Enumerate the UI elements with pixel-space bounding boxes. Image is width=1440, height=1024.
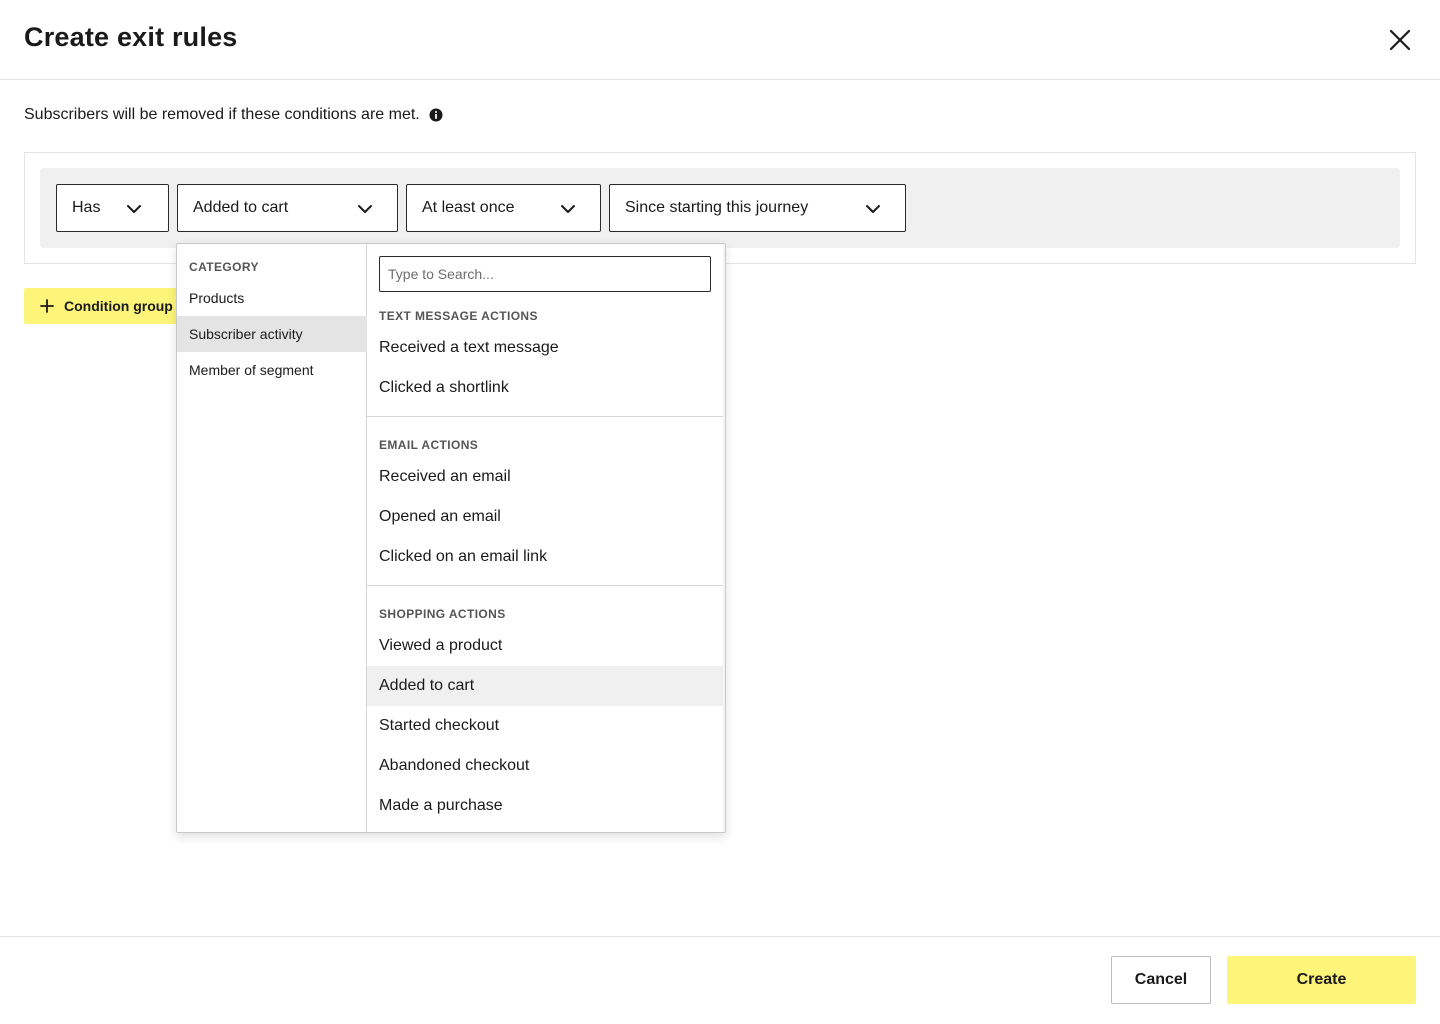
category-item-label: Member of segment	[189, 362, 314, 378]
category-column: CATEGORY Products Subscriber activity Me…	[177, 244, 367, 832]
event-select-value: Added to cart	[193, 199, 289, 216]
action-item-label: Clicked on an email link	[379, 548, 548, 565]
has-select-value: Has	[72, 199, 101, 216]
action-item-label: Abandoned checkout	[379, 757, 530, 774]
cancel-button[interactable]: Cancel	[1111, 956, 1211, 1004]
action-item[interactable]: Started checkout	[367, 706, 723, 746]
search-input[interactable]	[379, 256, 711, 292]
category-heading: CATEGORY	[189, 260, 259, 274]
action-item-label: Made a purchase	[379, 797, 503, 814]
action-item[interactable]: Abandoned checkout	[367, 746, 723, 786]
category-item-label: Products	[189, 290, 245, 306]
close-button[interactable]	[1384, 24, 1416, 56]
create-button[interactable]: Create	[1227, 956, 1416, 1004]
dialog-footer	[0, 936, 1440, 1024]
action-item[interactable]: Clicked on an email link	[367, 537, 723, 577]
actions-column: TEXT MESSAGE ACTIONS Received a text mes…	[367, 244, 723, 832]
action-item[interactable]: Received a text message	[367, 328, 723, 368]
action-item[interactable]: Viewed a product	[367, 626, 723, 666]
section-divider	[367, 416, 723, 417]
event-select[interactable]: Added to cart	[177, 184, 398, 232]
chevron-down-icon	[127, 205, 141, 213]
close-icon	[1389, 29, 1411, 51]
action-item-label: Started checkout	[379, 717, 500, 734]
dialog-header: Create exit rules	[0, 0, 1440, 80]
action-item-label: Received a text message	[379, 339, 559, 356]
category-item-member-of-segment[interactable]: Member of segment	[177, 352, 367, 388]
chevron-down-icon	[561, 205, 575, 213]
info-icon[interactable]	[429, 108, 443, 122]
has-select[interactable]: Has	[56, 184, 169, 232]
category-item-products[interactable]: Products	[177, 280, 367, 316]
section-heading-email: EMAIL ACTIONS	[379, 438, 479, 452]
event-dropdown-menu: CATEGORY Products Subscriber activity Me…	[176, 243, 726, 833]
action-item[interactable]: Received an email	[367, 457, 723, 497]
action-item-label: Clicked a shortlink	[379, 379, 509, 396]
dropdown-scrollbar[interactable]	[723, 244, 725, 832]
section-heading-shopping: SHOPPING ACTIONS	[379, 607, 506, 621]
chevron-down-icon	[358, 205, 372, 213]
action-item[interactable]: Clicked a shortlink	[367, 368, 723, 408]
section-divider	[367, 585, 723, 586]
frequency-select[interactable]: At least once	[406, 184, 601, 232]
timeframe-select[interactable]: Since starting this journey	[609, 184, 906, 232]
plus-icon	[40, 299, 54, 313]
action-item[interactable]: Made a purchase	[367, 786, 723, 826]
category-item-subscriber-activity[interactable]: Subscriber activity	[177, 316, 367, 352]
action-item-label: Received an email	[379, 468, 511, 485]
action-item-selected[interactable]: Added to cart	[367, 666, 723, 706]
timeframe-select-value: Since starting this journey	[625, 199, 809, 216]
action-item[interactable]: Opened an email	[367, 497, 723, 537]
chevron-down-icon	[866, 205, 880, 213]
description-text: Subscribers will be removed if these con…	[24, 106, 420, 123]
action-item-label: Opened an email	[379, 508, 501, 525]
description: Subscribers will be removed if these con…	[24, 106, 443, 124]
condition-group-label: Condition group	[64, 298, 173, 314]
action-item-label: Added to cart	[379, 677, 475, 694]
section-heading-text-message: TEXT MESSAGE ACTIONS	[379, 309, 538, 323]
add-condition-group-button[interactable]: Condition group	[24, 288, 184, 324]
category-item-label: Subscriber activity	[189, 326, 303, 342]
dialog-title: Create exit rules	[24, 22, 238, 52]
action-item-label: Viewed a product	[379, 637, 503, 654]
frequency-select-value: At least once	[422, 199, 515, 216]
